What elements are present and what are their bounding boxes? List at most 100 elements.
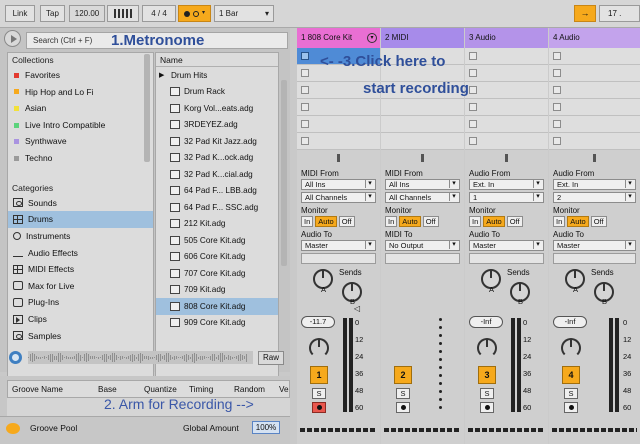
collection-item[interactable]: Live Intro Compatible bbox=[8, 117, 153, 134]
monitor-auto-button[interactable]: Auto bbox=[567, 216, 589, 227]
clip-slot[interactable] bbox=[549, 99, 640, 116]
output-channel-field[interactable] bbox=[469, 253, 544, 264]
output-select[interactable]: Master bbox=[301, 240, 376, 251]
clip-slot[interactable] bbox=[465, 48, 548, 65]
arm-button[interactable] bbox=[396, 402, 410, 413]
solo-button[interactable]: S bbox=[480, 388, 494, 399]
file-item[interactable]: 64 Pad F... SSC.adg bbox=[156, 199, 278, 216]
nudge-icon[interactable] bbox=[107, 5, 139, 22]
input-source-select[interactable]: Ext. In bbox=[553, 179, 636, 190]
groove-col-random[interactable]: Random bbox=[234, 385, 265, 394]
collection-item[interactable]: Hip Hop and Lo Fi bbox=[8, 84, 153, 101]
category-item[interactable]: Drums bbox=[8, 211, 153, 228]
monitor-off-button[interactable]: Off bbox=[422, 216, 439, 227]
input-channel-select[interactable]: All Channels bbox=[385, 192, 460, 203]
collection-item[interactable]: Synthwave bbox=[8, 133, 153, 150]
file-item[interactable]: 505 Core Kit.adg bbox=[156, 232, 278, 249]
folder-item[interactable]: ▶ Drum Hits bbox=[156, 67, 278, 84]
volume-field[interactable]: -11.7 bbox=[301, 316, 335, 328]
preview-headphone-icon[interactable] bbox=[9, 351, 22, 364]
solo-button[interactable]: S bbox=[396, 388, 410, 399]
monitor-in-button[interactable]: In bbox=[385, 216, 398, 227]
pan-knob[interactable] bbox=[477, 338, 497, 358]
crossfade-strip[interactable] bbox=[552, 428, 637, 432]
file-item[interactable]: 606 Core Kit.adg bbox=[156, 249, 278, 266]
monitor-auto-button[interactable]: Auto bbox=[315, 216, 337, 227]
stop-clips-bar[interactable] bbox=[549, 151, 640, 165]
category-item[interactable]: Plug-Ins bbox=[8, 294, 153, 311]
file-item[interactable]: 808 Core Kit.adg bbox=[156, 298, 278, 315]
output-channel-field[interactable] bbox=[385, 253, 460, 264]
pan-knob[interactable] bbox=[309, 338, 329, 358]
output-select[interactable]: Master bbox=[469, 240, 544, 251]
clip-slot[interactable] bbox=[465, 82, 548, 99]
global-amount-field[interactable]: 100% bbox=[252, 421, 280, 434]
file-item[interactable]: 64 Pad F... LBB.adg bbox=[156, 183, 278, 200]
crossfade-strip[interactable] bbox=[468, 428, 545, 432]
chevron-down-icon[interactable]: ▾ bbox=[367, 33, 377, 43]
output-select[interactable]: No Output bbox=[385, 240, 460, 251]
file-item[interactable]: Drum Rack bbox=[156, 84, 278, 101]
track-activator-button[interactable]: 2 bbox=[394, 366, 412, 384]
monitor-off-button[interactable]: Off bbox=[506, 216, 523, 227]
file-item[interactable]: 32 Pad K...ock.adg bbox=[156, 150, 278, 167]
input-source-select[interactable]: Ext. In bbox=[469, 179, 544, 190]
clip-slot[interactable] bbox=[549, 82, 640, 99]
track-activator-button[interactable]: 4 bbox=[562, 366, 580, 384]
groove-col-base[interactable]: Base bbox=[98, 385, 117, 394]
files-scrollbar[interactable] bbox=[281, 80, 287, 266]
groove-col-quantize[interactable]: Quantize bbox=[144, 385, 177, 394]
file-item[interactable]: 707 Core Kit.adg bbox=[156, 265, 278, 282]
stop-clips-bar[interactable] bbox=[297, 151, 380, 165]
track-header[interactable]: 4 Audio bbox=[549, 28, 640, 48]
arm-button[interactable] bbox=[480, 402, 494, 413]
file-item[interactable]: 3RDEYEZ.adg bbox=[156, 117, 278, 134]
category-item[interactable]: Audio Effects bbox=[8, 244, 153, 261]
volume-field[interactable]: -Inf bbox=[553, 316, 587, 328]
fader-triangle-icon[interactable]: ◁ bbox=[354, 304, 360, 313]
clip-slot[interactable] bbox=[465, 65, 548, 82]
collections-scrollbar[interactable] bbox=[144, 54, 150, 162]
output-channel-field[interactable] bbox=[301, 253, 376, 264]
track-header[interactable]: 1 808 Core Kit ▾ bbox=[297, 28, 380, 48]
monitor-auto-button[interactable]: Auto bbox=[399, 216, 421, 227]
volume-field[interactable]: -Inf bbox=[469, 316, 503, 328]
category-item[interactable]: Sounds bbox=[8, 195, 153, 212]
monitor-in-button[interactable]: In bbox=[301, 216, 314, 227]
track-activator-button[interactable]: 1 bbox=[310, 366, 328, 384]
browser-toggle-icon[interactable] bbox=[4, 30, 21, 47]
clip-slot[interactable] bbox=[549, 65, 640, 82]
clip-slot[interactable] bbox=[549, 116, 640, 133]
collection-item[interactable]: Favorites bbox=[8, 67, 153, 84]
input-channel-select[interactable]: All Channels bbox=[301, 192, 376, 203]
monitor-in-button[interactable]: In bbox=[553, 216, 566, 227]
file-item[interactable]: 709 Kit.adg bbox=[156, 282, 278, 299]
groove-col-velocity[interactable]: Ve bbox=[279, 385, 289, 394]
follow-arrow-icon[interactable]: → bbox=[574, 5, 596, 22]
clip-slot[interactable] bbox=[549, 48, 640, 65]
groove-pool-icon[interactable] bbox=[6, 423, 20, 434]
arm-button[interactable] bbox=[564, 402, 578, 413]
category-item[interactable]: Samples bbox=[8, 327, 153, 344]
pan-knob[interactable] bbox=[561, 338, 581, 358]
collection-item[interactable]: Asian bbox=[8, 100, 153, 117]
clip-slot[interactable] bbox=[297, 133, 380, 150]
stop-clips-bar[interactable] bbox=[381, 151, 464, 165]
clip-slot[interactable] bbox=[465, 133, 548, 150]
link-button[interactable]: Link bbox=[5, 5, 35, 22]
clip-slot[interactable] bbox=[549, 133, 640, 150]
time-signature[interactable]: 4 / 4 bbox=[142, 5, 176, 22]
raw-button[interactable]: Raw bbox=[258, 351, 284, 365]
input-source-select[interactable]: All Ins bbox=[385, 179, 460, 190]
crossfade-strip[interactable] bbox=[384, 428, 461, 432]
song-position[interactable]: 17 . bbox=[599, 5, 640, 22]
category-item[interactable]: Instruments bbox=[8, 228, 153, 245]
clip-slot[interactable] bbox=[381, 116, 464, 133]
input-channel-select[interactable]: 2 bbox=[553, 192, 636, 203]
track-header[interactable]: 3 Audio bbox=[465, 28, 548, 48]
clip-slot[interactable] bbox=[297, 116, 380, 133]
quantize-select[interactable]: 1 Bar ▾ bbox=[214, 5, 274, 22]
clip-slot[interactable] bbox=[381, 99, 464, 116]
track-header[interactable]: 2 MIDI bbox=[381, 28, 464, 48]
tap-button[interactable]: Tap bbox=[40, 5, 65, 22]
